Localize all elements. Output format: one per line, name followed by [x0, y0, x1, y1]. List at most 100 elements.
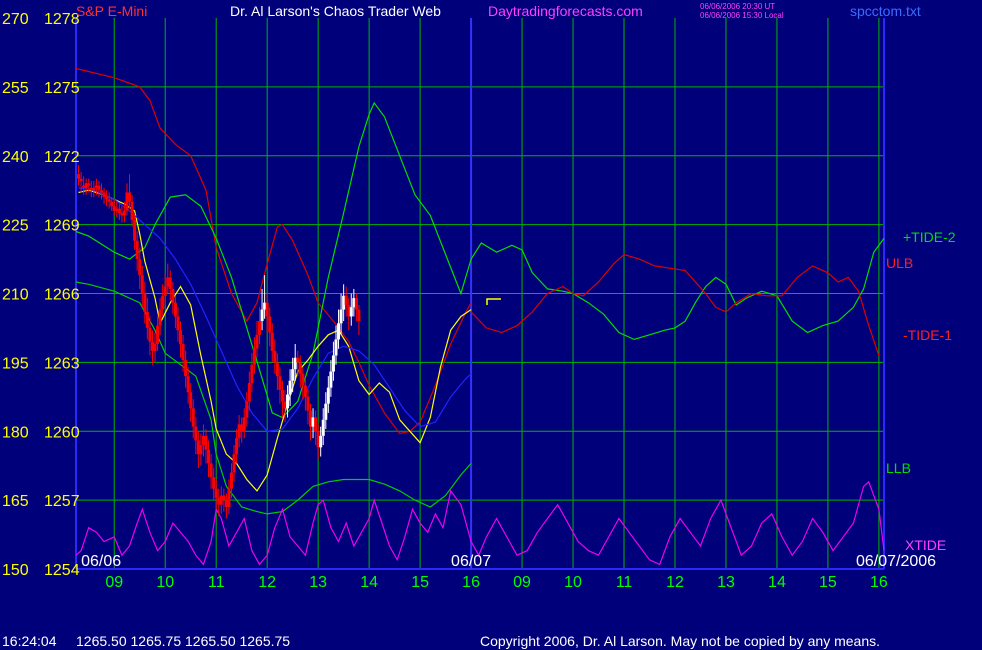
price-bar-body — [156, 325, 160, 345]
x-tick-label: 15 — [819, 574, 837, 591]
price-bar-body — [275, 362, 279, 377]
price-bar-body — [130, 201, 134, 221]
series-label-tide-plus: +TIDE-2 — [903, 229, 956, 245]
price-bar-body — [232, 454, 236, 473]
header-stamp-local: 06/06/2006 15:30 Local — [700, 11, 784, 20]
price-bar-body — [321, 419, 325, 436]
price-bar-body — [199, 445, 203, 455]
osc-tick-label: 270 — [2, 11, 29, 28]
x-tick-label: 16 — [462, 574, 480, 591]
price-bar-body — [163, 286, 167, 296]
price-bar-body — [286, 394, 290, 409]
x-tick-label: 14 — [768, 574, 786, 591]
price-bar-body — [235, 438, 239, 455]
header-title: Dr. Al Larson's Chaos Trader Web — [230, 3, 441, 19]
price-bar-body — [128, 192, 132, 202]
price-bar-body — [314, 417, 318, 432]
price-tick-label: 1275 — [44, 80, 80, 97]
price-bar-body — [207, 449, 211, 464]
price-bar-body — [97, 185, 101, 191]
x-tick-label: 12 — [666, 574, 684, 591]
price-bar-body — [252, 348, 256, 365]
price-tick-label: 1278 — [44, 11, 80, 28]
price-bar-body — [122, 210, 126, 216]
price-bar-body — [306, 396, 310, 411]
price-bar-body — [92, 187, 96, 191]
price-bar-body — [296, 357, 300, 363]
osc-tick-label: 180 — [2, 424, 29, 441]
price-tick-label: 1269 — [44, 218, 80, 235]
header-instrument: S&P E-Mini — [76, 3, 147, 19]
price-bar-body — [250, 364, 254, 384]
price-bar-body — [265, 302, 269, 317]
price-bar-body — [303, 385, 307, 397]
x-tick-label: 16 — [870, 574, 888, 591]
price-bar-body — [189, 392, 193, 409]
price-tick-label: 1257 — [44, 493, 80, 510]
price-bar-body — [209, 463, 213, 478]
price-bar-body — [79, 178, 83, 182]
header-site[interactable]: Daytradingforecasts.com — [488, 3, 643, 19]
price-bar-body — [331, 355, 335, 372]
price-bar-body — [357, 309, 361, 322]
footer-ohlc: 1265.50 1265.75 1265.50 1265.75 — [76, 633, 290, 649]
x-tick-label: 12 — [258, 574, 276, 591]
price-bar-body — [280, 389, 284, 402]
chaos-trader-chart: 270 1278 255 1275 240 1272 225 1269 210 1266 195 12… — [0, 0, 982, 650]
price-bar-body — [339, 309, 343, 324]
price-bar-body — [204, 435, 208, 450]
price-bar-body — [179, 330, 183, 345]
price-bar-body — [222, 495, 226, 501]
price-bar-body — [181, 344, 185, 361]
osc-tick-label: 150 — [2, 562, 29, 579]
price-bar-body — [158, 309, 162, 326]
price-tick-label: 1266 — [44, 287, 80, 304]
series-label-tide-minus: -TIDE-1 — [903, 327, 952, 343]
price-bar-body — [143, 293, 147, 312]
price-bar-body — [301, 373, 305, 386]
price-bar-body — [212, 477, 216, 489]
price-bar-body — [268, 316, 272, 333]
osc-tick-label: 225 — [2, 218, 29, 235]
osc-tick-label: 195 — [2, 355, 29, 372]
price-tick-label: 1260 — [44, 424, 80, 441]
price-bar-body — [227, 488, 231, 508]
price-bar-body — [168, 277, 172, 289]
x-tick-label: 13 — [309, 574, 327, 591]
price-bar-body — [184, 360, 188, 377]
x-tick-label: 15 — [411, 574, 429, 591]
price-bar-body — [324, 403, 328, 420]
price-tick-label: 1272 — [44, 149, 80, 166]
x-tick-label: 14 — [360, 574, 378, 591]
osc-tick-label: 210 — [2, 287, 29, 304]
price-bar-body — [145, 311, 149, 328]
price-tick-label: 1263 — [44, 355, 80, 372]
price-bar-body — [337, 323, 341, 340]
footer-time: 16:24:04 — [2, 633, 57, 649]
price-bar-body — [77, 174, 81, 179]
price-bar-body — [138, 259, 142, 276]
x-tick-label: 10 — [156, 574, 174, 591]
footer-copyright: Copyright 2006, Dr. Al Larson. May not b… — [480, 633, 880, 649]
price-bar-body — [242, 417, 246, 432]
price-bar-body — [344, 295, 348, 305]
x-tick-label: 13 — [717, 574, 735, 591]
price-bar-body — [194, 426, 198, 441]
price-bar-body — [133, 220, 137, 241]
price-bar-body — [334, 339, 338, 356]
x-tick-label: 11 — [208, 574, 225, 591]
series-label-ulb: ULB — [886, 255, 913, 271]
price-bar-body — [153, 344, 157, 351]
price-bar-body — [258, 321, 262, 335]
price-bar-body — [214, 488, 218, 498]
x-tick-label: 11 — [616, 574, 633, 591]
price-bar-body — [117, 208, 121, 214]
price-bar-body — [171, 288, 175, 303]
series-label-xtide: XTIDE — [905, 537, 946, 553]
price-bar-body — [135, 240, 139, 260]
price-bar-body — [288, 380, 292, 395]
price-bar-body — [173, 302, 177, 317]
price-bar-body — [99, 190, 103, 193]
price-bar-body — [247, 383, 251, 402]
price-bar-body — [245, 401, 249, 418]
